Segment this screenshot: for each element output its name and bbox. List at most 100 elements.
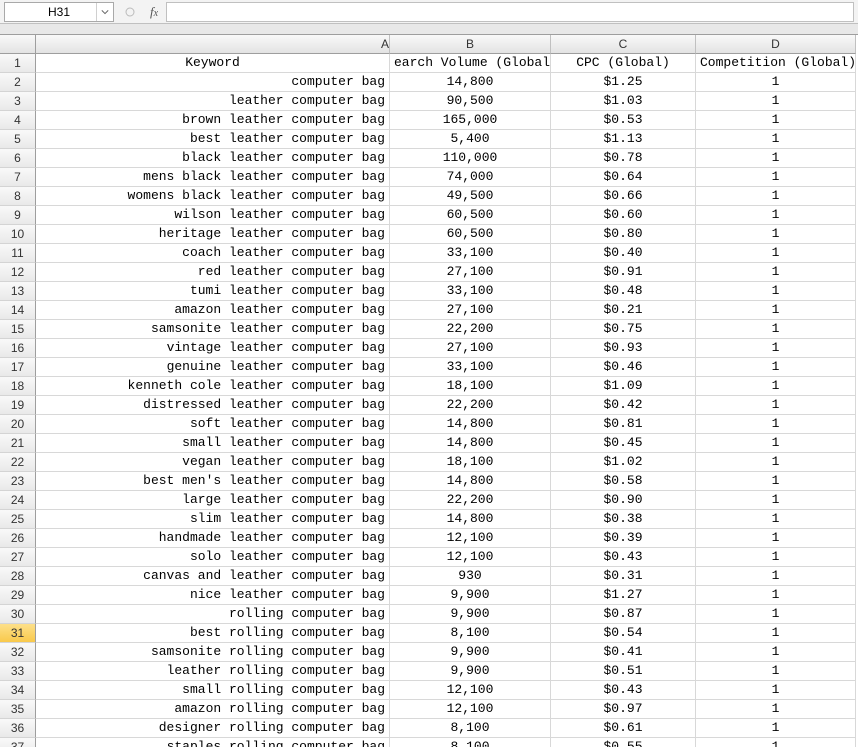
row-header[interactable]: 34 — [0, 681, 36, 700]
col-header-d[interactable]: D — [696, 35, 856, 54]
cell-keyword[interactable]: mens black leather computer bag — [36, 168, 390, 187]
row-header[interactable]: 31 — [0, 624, 36, 643]
cell-cpc[interactable]: $0.21 — [551, 301, 696, 320]
cell-competition[interactable]: 1 — [696, 415, 856, 434]
cell-keyword[interactable]: tumi leather computer bag — [36, 282, 390, 301]
cell-keyword[interactable]: best leather computer bag — [36, 130, 390, 149]
cell-competition[interactable]: 1 — [696, 662, 856, 681]
cell-competition[interactable]: 1 — [696, 301, 856, 320]
cell-competition[interactable]: 1 — [696, 681, 856, 700]
cell-competition[interactable]: 1 — [696, 263, 856, 282]
cell-volume[interactable]: 60,500 — [390, 206, 551, 225]
cell-cpc[interactable]: $0.58 — [551, 472, 696, 491]
cell-cpc[interactable]: $0.91 — [551, 263, 696, 282]
col-header-c[interactable]: C — [551, 35, 696, 54]
cell-cpc[interactable]: $0.55 — [551, 738, 696, 747]
cell-competition[interactable]: 1 — [696, 377, 856, 396]
cell-competition[interactable]: 1 — [696, 111, 856, 130]
select-all-corner[interactable] — [0, 35, 36, 54]
cell-volume[interactable]: 14,800 — [390, 415, 551, 434]
cell-volume[interactable]: 27,100 — [390, 339, 551, 358]
name-box[interactable]: H31 — [4, 2, 114, 22]
cell-competition[interactable]: 1 — [696, 206, 856, 225]
cell-volume[interactable]: 14,800 — [390, 472, 551, 491]
row-header[interactable]: 30 — [0, 605, 36, 624]
cell-competition[interactable]: 1 — [696, 130, 856, 149]
cell-keyword[interactable]: soft leather computer bag — [36, 415, 390, 434]
cell-keyword[interactable]: red leather computer bag — [36, 263, 390, 282]
cell-volume[interactable]: 12,100 — [390, 681, 551, 700]
cell-keyword[interactable]: coach leather computer bag — [36, 244, 390, 263]
cell-volume[interactable]: 12,100 — [390, 548, 551, 567]
header-competition[interactable]: Competition (Global) — [696, 54, 856, 73]
row-header[interactable]: 24 — [0, 491, 36, 510]
cell-keyword[interactable]: vintage leather computer bag — [36, 339, 390, 358]
cell-volume[interactable]: 14,800 — [390, 434, 551, 453]
row-header[interactable]: 35 — [0, 700, 36, 719]
cell-competition[interactable]: 1 — [696, 225, 856, 244]
cell-competition[interactable]: 1 — [696, 624, 856, 643]
cell-competition[interactable]: 1 — [696, 510, 856, 529]
cell-cpc[interactable]: $1.25 — [551, 73, 696, 92]
row-header[interactable]: 5 — [0, 130, 36, 149]
cell-competition[interactable]: 1 — [696, 282, 856, 301]
cell-keyword[interactable]: amazon rolling computer bag — [36, 700, 390, 719]
cell-cpc[interactable]: $0.43 — [551, 681, 696, 700]
cell-cpc[interactable]: $0.40 — [551, 244, 696, 263]
cancel-icon[interactable] — [120, 2, 140, 22]
cell-cpc[interactable]: $0.53 — [551, 111, 696, 130]
cell-volume[interactable]: 5,400 — [390, 130, 551, 149]
cell-cpc[interactable]: $0.66 — [551, 187, 696, 206]
cell-competition[interactable]: 1 — [696, 453, 856, 472]
cell-cpc[interactable]: $1.13 — [551, 130, 696, 149]
cell-volume[interactable]: 12,100 — [390, 529, 551, 548]
cell-cpc[interactable]: $0.42 — [551, 396, 696, 415]
header-volume[interactable]: earch Volume (Global — [390, 54, 551, 73]
cell-keyword[interactable]: black leather computer bag — [36, 149, 390, 168]
cell-volume[interactable]: 9,900 — [390, 643, 551, 662]
cell-keyword[interactable]: kenneth cole leather computer bag — [36, 377, 390, 396]
header-keyword[interactable]: Keyword — [36, 54, 390, 73]
cell-cpc[interactable]: $0.60 — [551, 206, 696, 225]
header-cpc[interactable]: CPC (Global) — [551, 54, 696, 73]
cell-competition[interactable]: 1 — [696, 719, 856, 738]
cell-volume[interactable]: 49,500 — [390, 187, 551, 206]
row-header[interactable]: 16 — [0, 339, 36, 358]
cell-volume[interactable]: 18,100 — [390, 453, 551, 472]
cell-volume[interactable]: 60,500 — [390, 225, 551, 244]
cell-competition[interactable]: 1 — [696, 567, 856, 586]
cell-cpc[interactable]: $0.80 — [551, 225, 696, 244]
cell-cpc[interactable]: $0.51 — [551, 662, 696, 681]
cell-cpc[interactable]: $1.02 — [551, 453, 696, 472]
cell-keyword[interactable]: samsonite rolling computer bag — [36, 643, 390, 662]
cell-keyword[interactable]: large leather computer bag — [36, 491, 390, 510]
cell-cpc[interactable]: $0.38 — [551, 510, 696, 529]
row-header[interactable]: 37 — [0, 738, 36, 747]
cell-cpc[interactable]: $0.64 — [551, 168, 696, 187]
cell-cpc[interactable]: $0.31 — [551, 567, 696, 586]
cell-volume[interactable]: 27,100 — [390, 263, 551, 282]
cell-keyword[interactable]: solo leather computer bag — [36, 548, 390, 567]
cell-competition[interactable]: 1 — [696, 529, 856, 548]
cell-volume[interactable]: 33,100 — [390, 282, 551, 301]
cell-volume[interactable]: 8,100 — [390, 719, 551, 738]
cell-competition[interactable]: 1 — [696, 491, 856, 510]
cell-keyword[interactable]: slim leather computer bag — [36, 510, 390, 529]
row-header[interactable]: 33 — [0, 662, 36, 681]
col-header-b[interactable]: B — [390, 35, 551, 54]
cell-volume[interactable]: 22,200 — [390, 396, 551, 415]
cell-competition[interactable]: 1 — [696, 168, 856, 187]
row-header[interactable]: 20 — [0, 415, 36, 434]
row-header[interactable]: 10 — [0, 225, 36, 244]
row-header[interactable]: 27 — [0, 548, 36, 567]
cell-keyword[interactable]: small rolling computer bag — [36, 681, 390, 700]
cell-cpc[interactable]: $0.45 — [551, 434, 696, 453]
row-header[interactable]: 8 — [0, 187, 36, 206]
cell-cpc[interactable]: $0.46 — [551, 358, 696, 377]
row-header[interactable]: 17 — [0, 358, 36, 377]
cell-keyword[interactable]: leather rolling computer bag — [36, 662, 390, 681]
row-header[interactable]: 25 — [0, 510, 36, 529]
cell-cpc[interactable]: $0.43 — [551, 548, 696, 567]
cell-cpc[interactable]: $0.39 — [551, 529, 696, 548]
cell-competition[interactable]: 1 — [696, 738, 856, 747]
